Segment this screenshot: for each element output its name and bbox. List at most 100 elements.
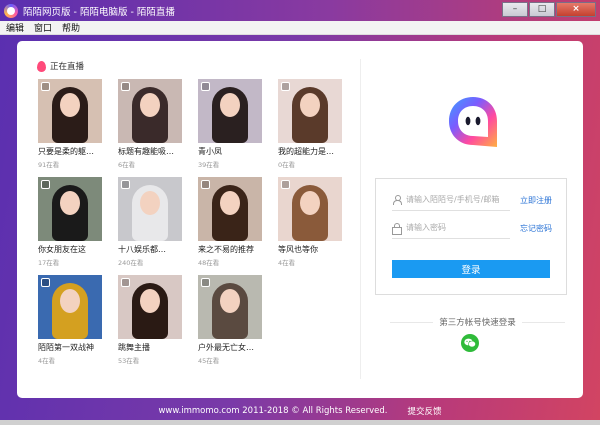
live-section-title: 正在直播 <box>50 62 85 72</box>
stream-thumbnail[interactable] <box>38 79 102 143</box>
viewer-count: 6在看 <box>118 161 136 169</box>
live-stream-tile[interactable]: 陌陌第一双战神 4在看 <box>38 275 102 365</box>
lock-icon <box>392 222 402 235</box>
viewer-count: 4在看 <box>278 259 296 267</box>
live-badge-icon <box>281 180 290 189</box>
stream-title: 你女朋友在这 <box>38 245 86 254</box>
live-stream-tile[interactable]: 只要是柔的躯… 91在看 <box>38 79 102 169</box>
momo-logo-icon <box>449 97 497 147</box>
stream-title: 标题有趣能吸… <box>118 147 174 156</box>
viewer-count: 45在看 <box>198 357 220 365</box>
stream-thumbnail[interactable] <box>198 79 262 143</box>
feedback-link[interactable]: 提交反馈 <box>408 405 442 417</box>
live-stream-tile[interactable]: 来之不易的推荐 48在看 <box>198 177 262 267</box>
streamer-face <box>140 93 160 117</box>
stream-thumbnail[interactable] <box>38 177 102 241</box>
streamer-face <box>60 93 80 117</box>
live-badge-icon <box>121 278 130 287</box>
close-button[interactable]: × <box>556 2 596 17</box>
stream-title: 青小凤 <box>198 147 222 156</box>
streamer-face <box>140 191 160 215</box>
streamer-face <box>60 191 80 215</box>
streamer-face <box>140 289 160 313</box>
menu-help[interactable]: 帮助 <box>56 21 84 34</box>
stream-title: 十八娱乐都… <box>118 245 166 254</box>
live-badge-icon <box>201 180 210 189</box>
window-bottom-edge <box>0 420 600 425</box>
live-badge-icon <box>281 82 290 91</box>
live-stream-tile[interactable]: 青小凤 39在看 <box>198 79 262 169</box>
maximize-button[interactable]: □ <box>529 2 555 17</box>
login-button[interactable]: 登录 <box>392 260 550 278</box>
stream-thumbnail[interactable] <box>118 177 182 241</box>
stream-thumbnail[interactable] <box>278 177 342 241</box>
live-stream-tile[interactable]: 你女朋友在这 17在看 <box>38 177 102 267</box>
live-badge-icon <box>121 82 130 91</box>
live-stream-tile[interactable]: 等风也等你 4在看 <box>278 177 342 267</box>
live-badge-icon <box>201 82 210 91</box>
viewer-count: 17在看 <box>38 259 60 267</box>
account-field <box>392 189 510 211</box>
stream-title: 来之不易的推荐 <box>198 245 254 254</box>
live-stream-tile[interactable]: 我的超能力是… 0在看 <box>278 79 342 169</box>
streamer-face <box>300 191 320 215</box>
flame-icon <box>37 60 46 72</box>
stream-thumbnail[interactable] <box>198 275 262 339</box>
third-party-login-label: 第三方帐号快速登录 <box>439 318 516 328</box>
stream-title: 跳舞主播 <box>118 343 150 352</box>
menu-edit[interactable]: 编辑 <box>0 21 28 34</box>
stream-title: 户外最无亡女… <box>198 343 254 352</box>
divider-line <box>521 321 566 323</box>
streamer-face <box>220 93 240 117</box>
copyright-text: www.immomo.com 2011-2018 © All Rights Re… <box>158 406 388 416</box>
user-icon <box>392 194 402 205</box>
wechat-icon <box>464 338 476 348</box>
login-form: 立即注册 忘记密码 登录 <box>375 178 567 295</box>
live-badge-icon <box>201 278 210 287</box>
live-section-header: 正在直播 <box>37 60 84 72</box>
live-badge-icon <box>41 180 50 189</box>
stream-title: 等风也等你 <box>278 245 318 254</box>
minimize-button[interactable]: – <box>502 2 528 17</box>
wechat-login-button[interactable] <box>461 334 479 352</box>
register-link[interactable]: 立即注册 <box>520 195 552 206</box>
divider-line <box>390 321 434 323</box>
title-bar: 陌陌网页版 - 陌陌电脑版 - 陌陌直播 – □ × <box>0 0 600 21</box>
panel-divider <box>360 59 361 379</box>
streamer-face <box>220 191 240 215</box>
main-panel: 正在直播 只要是柔的躯… 91在看 标题有趣能吸… 6在看 青小凤 39在看 我的超能力是…… <box>17 41 583 398</box>
third-party-login-divider: 第三方帐号快速登录 <box>390 316 566 328</box>
live-badge-icon <box>41 278 50 287</box>
stream-title: 我的超能力是… <box>278 147 334 156</box>
forgot-password-link[interactable]: 忘记密码 <box>520 223 552 234</box>
live-stream-tile[interactable]: 标题有趣能吸… 6在看 <box>118 79 182 169</box>
live-stream-tile[interactable]: 户外最无亡女… 45在看 <box>198 275 262 365</box>
stream-title: 陌陌第一双战神 <box>38 343 94 352</box>
account-input[interactable] <box>406 195 510 204</box>
viewer-count: 48在看 <box>198 259 220 267</box>
password-input[interactable] <box>406 223 510 232</box>
viewer-count: 91在看 <box>38 161 60 169</box>
stream-thumbnail[interactable] <box>118 275 182 339</box>
stream-thumbnail[interactable] <box>118 79 182 143</box>
live-badge-icon <box>121 180 130 189</box>
password-field <box>392 217 510 239</box>
stream-thumbnail[interactable] <box>198 177 262 241</box>
viewer-count: 4在看 <box>38 357 56 365</box>
window-title: 陌陌网页版 - 陌陌电脑版 - 陌陌直播 <box>23 6 175 18</box>
live-stream-tile[interactable]: 跳舞主播 53在看 <box>118 275 182 365</box>
footer: www.immomo.com 2011-2018 © All Rights Re… <box>0 404 600 418</box>
menu-window[interactable]: 窗口 <box>28 21 56 34</box>
live-stream-tile[interactable]: 十八娱乐都… 240在看 <box>118 177 182 267</box>
viewer-count: 39在看 <box>198 161 220 169</box>
stream-title: 只要是柔的躯… <box>38 147 94 156</box>
streamer-face <box>220 289 240 313</box>
live-badge-icon <box>41 82 50 91</box>
stream-thumbnail[interactable] <box>278 79 342 143</box>
stream-thumbnail[interactable] <box>38 275 102 339</box>
streamer-face <box>300 93 320 117</box>
window-controls: – □ × <box>502 2 596 17</box>
viewer-count: 240在看 <box>118 259 144 267</box>
momo-app-icon <box>4 3 18 18</box>
viewer-count: 0在看 <box>278 161 296 169</box>
